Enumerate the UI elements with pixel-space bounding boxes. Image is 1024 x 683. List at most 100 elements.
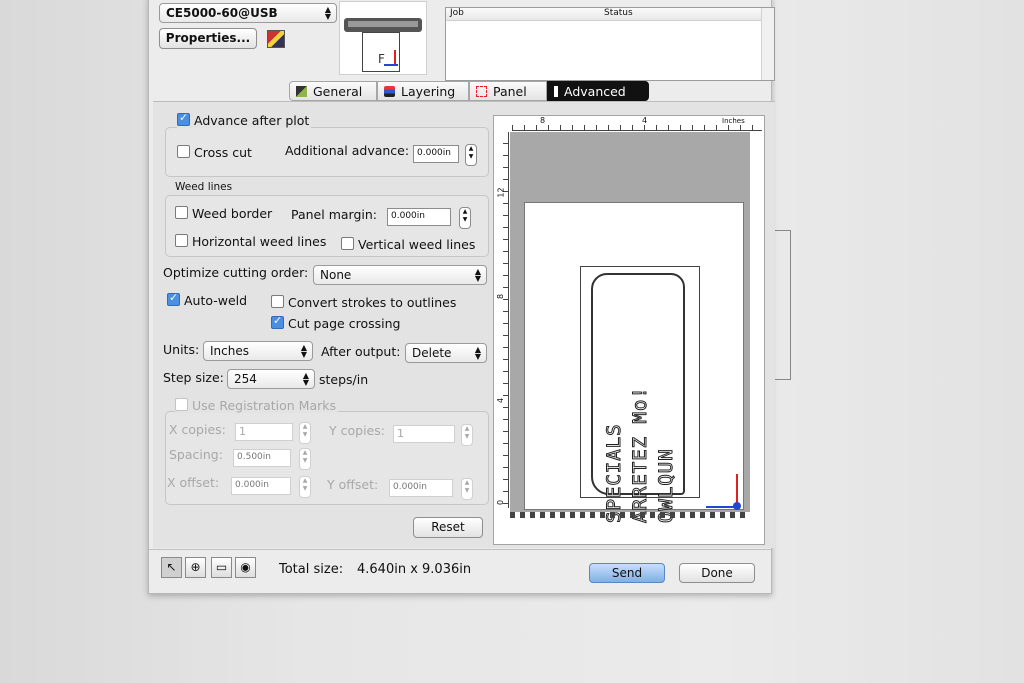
y-copies-stepper[interactable]: ▲ ▼ (461, 424, 473, 446)
panel-margin-label: Panel margin: (291, 207, 377, 222)
y-offset-field[interactable]: 0.000in (389, 479, 453, 497)
ruler-top-units: Inches (722, 117, 745, 125)
advance-after-plot-label: Advance after plot (194, 113, 310, 128)
registration-marks-label: Use Registration Marks (192, 398, 337, 413)
total-size-value: 4.640in x 9.036in (357, 562, 472, 577)
origin-dot-icon (733, 502, 741, 510)
vertical-weed-lines-checkbox[interactable]: Vertical weed lines (341, 237, 475, 252)
artwork-line-2: ARRETEZ Mo! (629, 386, 652, 524)
x-offset-stepper[interactable]: ▲ ▼ (299, 476, 311, 498)
tab-layering[interactable]: Layering (377, 81, 469, 101)
general-icon (296, 86, 307, 97)
checkbox-icon (177, 145, 190, 158)
panel-margin-field[interactable]: 0.000in (387, 208, 451, 226)
advance-after-plot-checkbox[interactable]: Advance after plot (177, 111, 312, 128)
tab-advanced[interactable]: Advanced (547, 81, 649, 101)
preview-frame: 8 4 Inches 12 8 4 0 SPECIALS ARRETEZ Mo!… (493, 115, 765, 545)
x-copies-label: X copies: (169, 422, 226, 437)
cut-dialog-window: CE5000-60@USB ▲ ▼ Properties... F Job Sta… (148, 0, 775, 594)
auto-weld-checkbox[interactable]: Auto-weld (167, 291, 248, 308)
reset-button[interactable]: Reset (413, 517, 483, 538)
weed-border-checkbox[interactable]: Weed border (175, 206, 272, 221)
cut-page-crossing-label: Cut page crossing (288, 316, 401, 331)
weed-lines-title: Weed lines (175, 181, 233, 193)
units-label: Units: (163, 342, 200, 357)
checkbox-checked-icon (271, 314, 284, 329)
cross-cut-checkbox[interactable]: Cross cut (177, 145, 252, 160)
ruler-left-label-4: 4 (496, 397, 506, 404)
optimize-cutting-order-select[interactable]: None ▲ ▼ (313, 265, 487, 285)
x-offset-field[interactable]: 0.000in (231, 477, 291, 495)
artwork[interactable]: SPECIALS ARRETEZ Mo! OWLQUN (580, 266, 700, 524)
spacing-stepper[interactable]: ▲ ▼ (299, 448, 311, 470)
zoom-fit-icon[interactable]: ◉ (235, 557, 256, 578)
artwork-line-3: OWLQUN (655, 448, 678, 524)
panel-margin-stepper[interactable]: ▲ ▼ (459, 207, 471, 229)
send-button[interactable]: Send (589, 563, 665, 583)
spacing-field[interactable]: 0.500in (233, 449, 291, 467)
checkbox-checked-icon (177, 111, 190, 126)
footer-divider (149, 549, 771, 550)
pinch-roller-markers (510, 512, 750, 518)
units-select[interactable]: Inches ▲ ▼ (203, 341, 313, 361)
vertical-weed-lines-label: Vertical weed lines (358, 237, 476, 252)
select-arrows-icon: ▲ ▼ (474, 267, 481, 283)
x-copies-stepper[interactable]: ▲ ▼ (299, 422, 311, 444)
ruler-left-label-12: 12 (496, 187, 506, 198)
cut-page-crossing-checkbox[interactable]: Cut page crossing (271, 314, 401, 331)
tab-general[interactable]: General (289, 81, 377, 101)
properties-button[interactable]: Properties... (159, 28, 257, 49)
ruler-left-label-8: 8 (496, 293, 506, 300)
ruler-left-label-0: 0 (496, 499, 506, 506)
horizontal-weed-lines-label: Horizontal weed lines (192, 234, 327, 249)
optimize-cutting-order-label: Optimize cutting order: (163, 265, 309, 280)
y-copies-field[interactable]: 1 (393, 425, 455, 443)
y-offset-label: Y offset: (327, 477, 379, 492)
cross-cut-label: Cross cut (194, 145, 252, 160)
checkbox-icon (175, 234, 188, 247)
additional-advance-field[interactable]: 0.000in (413, 145, 459, 163)
pointer-tool-icon[interactable]: ↖ (161, 557, 182, 578)
done-button[interactable]: Done (679, 563, 755, 583)
job-list[interactable]: Job Status (445, 7, 775, 81)
additional-advance-stepper[interactable]: ▲ ▼ (465, 144, 477, 166)
units-value: Inches (210, 344, 249, 358)
advanced-icon (554, 86, 558, 97)
optimize-cutting-order-value: None (320, 268, 352, 282)
step-size-value: 254 (234, 372, 257, 386)
horizontal-weed-lines-checkbox[interactable]: Horizontal weed lines (175, 234, 326, 249)
additional-advance-label: Additional advance: (285, 143, 410, 158)
zoom-tool-icon[interactable]: ⊕ (185, 557, 206, 578)
panel-icon (476, 86, 487, 97)
select-arrows-icon: ▲ ▼ (474, 345, 481, 361)
status-column-header[interactable]: Status (604, 8, 633, 18)
step-size-select[interactable]: 254 ▲ ▼ (227, 369, 315, 389)
x-offset-label: X offset: (167, 475, 220, 490)
step-size-unit: steps/in (319, 372, 369, 387)
device-select[interactable]: CE5000-60@USB ▲ ▼ (159, 3, 337, 23)
step-size-label: Step size: (163, 370, 224, 385)
auto-weld-label: Auto-weld (184, 293, 248, 308)
after-output-label: After output: (321, 344, 401, 359)
after-output-select[interactable]: Delete ▲ ▼ (405, 343, 487, 363)
layering-icon (384, 86, 395, 97)
job-column-header[interactable]: Job (450, 8, 464, 18)
select-arrows-icon: ▲ ▼ (302, 371, 309, 387)
total-size-label: Total size: (279, 562, 344, 577)
tab-panel[interactable]: Panel (469, 81, 547, 101)
ruler-left: 12 8 4 0 (496, 132, 509, 508)
convert-strokes-checkbox[interactable]: Convert strokes to outlines (271, 295, 456, 310)
fit-page-icon[interactable]: ▭ (211, 557, 232, 578)
x-copies-field[interactable]: 1 (235, 423, 293, 441)
weed-border-label: Weed border (192, 206, 273, 221)
checkbox-checked-icon (167, 291, 180, 306)
spacing-label: Spacing: (169, 447, 223, 462)
after-output-value: Delete (412, 346, 452, 360)
device-settings-icon[interactable] (267, 30, 285, 48)
registration-marks-checkbox[interactable]: Use Registration Marks (175, 398, 339, 413)
checkbox-icon (341, 237, 354, 250)
job-list-scrollbar[interactable] (761, 8, 774, 80)
artwork-text: SPECIALS ARRETEZ Mo! OWLQUN (601, 289, 679, 524)
y-offset-stepper[interactable]: ▲ ▼ (461, 478, 473, 500)
plotter-thumbnail: F (339, 1, 427, 75)
